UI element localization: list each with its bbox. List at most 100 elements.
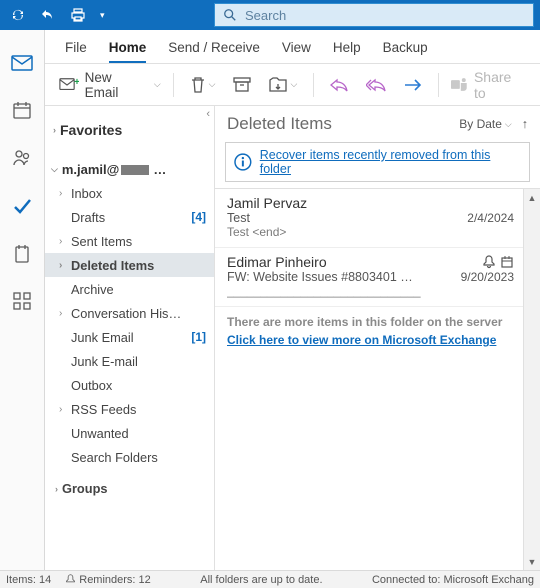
archive-button[interactable] <box>229 75 255 95</box>
message-subject: Test <box>227 211 467 225</box>
undo-icon[interactable] <box>40 7 56 23</box>
folder-inbox[interactable]: ›Inbox <box>45 181 214 205</box>
rail-notes-icon[interactable] <box>13 244 31 264</box>
groups-label: Groups <box>62 481 108 496</box>
move-button[interactable]: ⌵ <box>265 75 301 95</box>
message-from: Jamil Pervaz <box>227 195 514 211</box>
teams-icon <box>451 77 469 93</box>
folder-pane: ‹ › Favorites ⌵ m.jamil@ … ›Inbox Drafts… <box>45 106 215 570</box>
quick-access-toolbar: ▾ <box>0 7 115 23</box>
bell-icon <box>65 574 76 585</box>
message-subject: FW: Website Issues #8803401 … <box>227 270 461 284</box>
folder-sent-items[interactable]: ›Sent Items <box>45 229 214 253</box>
chevron-down-icon[interactable]: ⌵ <box>154 79 161 90</box>
scroll-down-icon[interactable]: ▼ <box>524 553 540 570</box>
forward-button[interactable] <box>400 77 426 93</box>
rail-tasks-icon[interactable] <box>12 196 32 216</box>
account-label: m.jamil@ <box>62 162 119 177</box>
recover-items-bar: Recover items recently removed from this… <box>225 142 530 182</box>
tab-file[interactable]: File <box>65 40 87 63</box>
message-preview: _____________________________ <box>227 284 514 298</box>
bell-icon <box>482 255 496 269</box>
main-area: File Home Send / Receive View Help Backu… <box>45 30 540 570</box>
new-email-button[interactable]: + New Email ⌵ <box>59 70 161 100</box>
folder-conversation-history[interactable]: ›Conversation His… <box>45 301 214 325</box>
title-bar: ▾ Search <box>0 0 540 30</box>
tab-home[interactable]: Home <box>109 40 147 63</box>
svg-text:+: + <box>74 77 78 88</box>
share-label: Share to <box>474 69 526 101</box>
list-header: Deleted Items By Date ⌵ ↑ <box>215 106 540 140</box>
recover-items-link[interactable]: Recover items recently removed from this… <box>260 148 521 176</box>
collapse-pane-icon[interactable]: ‹ <box>206 108 210 120</box>
tab-send-receive[interactable]: Send / Receive <box>168 40 260 63</box>
view-more-link[interactable]: Click here to view more on Microsoft Exc… <box>227 333 496 347</box>
share-to-teams-button[interactable]: Share to <box>451 69 526 101</box>
status-item-count: Items: 14 <box>6 574 51 586</box>
status-reminders[interactable]: Reminders: 12 <box>65 574 151 586</box>
folder-search-folders[interactable]: Search Folders <box>45 445 214 469</box>
folder-rss-feeds[interactable]: ›RSS Feeds <box>45 397 214 421</box>
sort-by-button[interactable]: By Date ⌵ <box>459 117 512 131</box>
account-header[interactable]: ⌵ m.jamil@ … <box>45 148 214 181</box>
chevron-right-icon: › <box>59 308 67 319</box>
message-item[interactable]: Jamil Pervaz Test2/4/2024 Test <end> <box>215 189 540 248</box>
reply-all-button[interactable] <box>362 76 390 94</box>
tab-help[interactable]: Help <box>333 40 361 63</box>
content-split: ‹ › Favorites ⌵ m.jamil@ … ›Inbox Drafts… <box>45 106 540 570</box>
rail-people-icon[interactable] <box>12 148 32 168</box>
folder-junk-e-mail[interactable]: Junk E-mail <box>45 349 214 373</box>
sync-icon[interactable] <box>10 7 26 23</box>
separator <box>173 73 174 97</box>
groups-header[interactable]: › Groups <box>45 469 214 500</box>
tab-backup[interactable]: Backup <box>383 40 428 63</box>
new-email-icon: + <box>59 77 79 93</box>
tab-view[interactable]: View <box>282 40 311 63</box>
reply-button[interactable] <box>326 76 352 94</box>
info-icon <box>234 153 252 171</box>
qat-chevron-down-icon[interactable]: ▾ <box>100 10 105 21</box>
chevron-right-icon: › <box>59 236 67 247</box>
folder-archive[interactable]: Archive <box>45 277 214 301</box>
redacted-block <box>121 165 149 175</box>
search-input[interactable]: Search <box>214 3 534 27</box>
menu-tabs: File Home Send / Receive View Help Backu… <box>45 30 540 64</box>
message-preview: Test <end> <box>227 225 514 239</box>
favorites-header[interactable]: › Favorites <box>45 118 214 148</box>
more-items-info: There are more items in this folder on t… <box>215 307 540 331</box>
chevron-right-icon: › <box>55 484 58 494</box>
message-from: Edimar Pinheiro <box>227 254 482 270</box>
search-icon <box>223 8 237 22</box>
new-email-label: New Email <box>85 70 148 100</box>
favorites-label: Favorites <box>60 122 122 138</box>
rail-calendar-icon[interactable] <box>12 100 32 120</box>
message-date: 2/4/2024 <box>467 211 514 225</box>
chevron-right-icon: › <box>59 188 67 199</box>
print-icon[interactable] <box>70 7 86 23</box>
search-placeholder: Search <box>245 8 286 23</box>
status-connection: Connected to: Microsoft Exchang <box>372 574 534 586</box>
chevron-right-icon: › <box>59 404 67 415</box>
folder-deleted-items[interactable]: ›Deleted Items <box>45 253 214 277</box>
message-list: ▲ ▼ Jamil Pervaz Test2/4/2024 Test <end>… <box>215 188 540 570</box>
chevron-down-icon: ⌵ <box>51 164 58 175</box>
chevron-right-icon: › <box>53 125 56 135</box>
status-sync: All folders are up to date. <box>165 574 358 586</box>
rail-mail-icon[interactable] <box>11 54 33 72</box>
scrollbar[interactable]: ▲ ▼ <box>523 189 540 570</box>
chevron-down-icon: ⌵ <box>505 119 512 130</box>
message-item[interactable]: Edimar Pinheiro FW: Website Issues #8803… <box>215 248 540 307</box>
scroll-up-icon[interactable]: ▲ <box>524 189 540 206</box>
folder-drafts[interactable]: Drafts[4] <box>45 205 214 229</box>
folder-junk-email[interactable]: Junk Email[1] <box>45 325 214 349</box>
delete-button[interactable]: ⌵ <box>186 74 220 96</box>
folder-unwanted[interactable]: Unwanted <box>45 421 214 445</box>
separator <box>438 73 439 97</box>
ribbon: + New Email ⌵ ⌵ ⌵ Share to <box>45 64 540 106</box>
nav-rail <box>0 30 45 570</box>
account-ellipsis: … <box>153 162 166 177</box>
sort-direction-button[interactable]: ↑ <box>522 117 528 131</box>
message-date: 9/20/2023 <box>461 270 514 284</box>
folder-outbox[interactable]: Outbox <box>45 373 214 397</box>
rail-apps-icon[interactable] <box>13 292 31 310</box>
